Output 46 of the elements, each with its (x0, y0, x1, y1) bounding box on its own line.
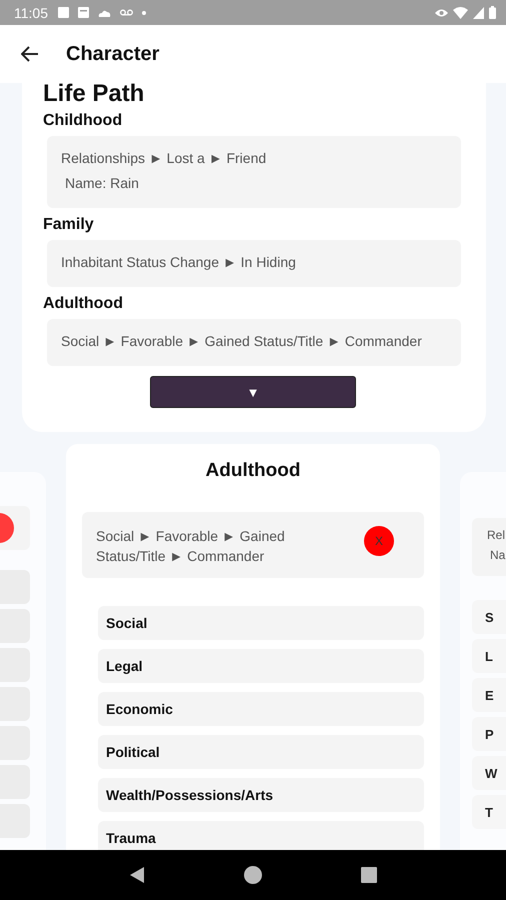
summary-text: Social ► Favorable ► Gained Status/Title ► Commander (61, 333, 423, 349)
section-heading: Childhood (43, 112, 124, 130)
option-label: P (485, 726, 494, 742)
signal-icon (473, 6, 484, 18)
image-icon (58, 7, 69, 18)
home-icon[interactable] (243, 865, 263, 885)
option-row[interactable]: Political (98, 735, 424, 769)
summary-text: Inhabitant Status Change ► In Hiding (61, 254, 297, 270)
option-label: S (485, 610, 494, 624)
expand-button[interactable]: ▼ (150, 376, 356, 408)
option-row[interactable]: Trauma (98, 821, 424, 850)
option-label: E (485, 688, 494, 702)
choice-text: Rel (487, 528, 506, 542)
option-label: T (485, 804, 493, 820)
message-icon (78, 7, 89, 18)
option-row[interactable]: Economic (98, 692, 424, 726)
summary-text: Relationships ► Lost a ► Friend (61, 150, 268, 166)
option-row[interactable]: Social (98, 606, 424, 640)
recents-icon[interactable] (361, 867, 377, 883)
option-label: W (485, 766, 498, 780)
screen-title: Character (66, 42, 160, 66)
option-row[interactable]: Legal (98, 649, 424, 683)
option-row[interactable]: T (472, 795, 506, 829)
option-label: L (485, 648, 493, 664)
dot-icon (142, 10, 146, 14)
option-row[interactable]: S (472, 600, 506, 634)
back-icon[interactable] (129, 866, 145, 884)
section-heading: Adulthood (43, 295, 124, 313)
eye-icon (435, 8, 448, 18)
option-row[interactable]: W (472, 756, 506, 790)
option-row[interactable]: L (472, 639, 506, 673)
option-row[interactable]: Wealth/Possessions/Arts (98, 778, 424, 812)
cloud-icon (98, 8, 111, 16)
battery-icon (489, 6, 496, 19)
back-button[interactable] (21, 46, 39, 62)
choice-text: Social ► Favorable ► Gained Status/Title ► Commander (96, 527, 286, 566)
option-row[interactable]: E (472, 678, 506, 712)
section-heading: Family (43, 216, 95, 234)
voicemail-icon (120, 9, 133, 16)
option-row[interactable]: P (472, 717, 506, 751)
card-title: Life Path (43, 83, 146, 108)
summary-text: Name: Rain (65, 175, 140, 191)
choice-text: Na (490, 548, 506, 562)
wifi-icon (453, 6, 468, 18)
card-title: Adulthood (204, 460, 302, 482)
clock-time: 11:05 (14, 4, 48, 20)
